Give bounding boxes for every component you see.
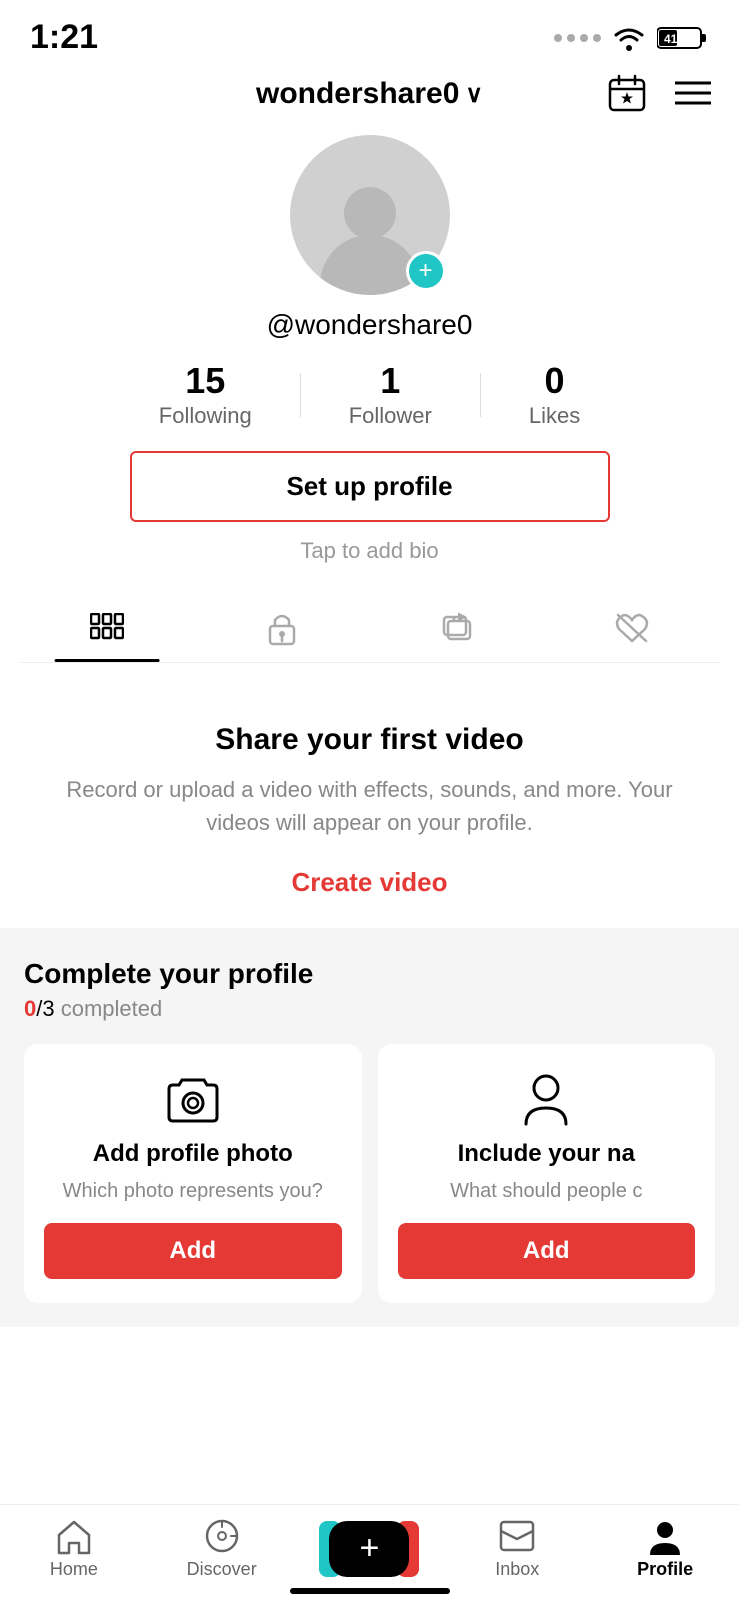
hamburger-menu-icon (675, 79, 711, 107)
create-plus-icon: + (360, 1529, 380, 1568)
grid-icon (90, 613, 124, 643)
nav-home[interactable]: Home (24, 1517, 124, 1580)
likes-count: 0 (545, 361, 565, 401)
wifi-icon (611, 24, 647, 52)
progress-numerator: 0 (24, 996, 36, 1021)
nav-inbox-label: Inbox (495, 1559, 539, 1580)
header-actions (603, 69, 715, 120)
plus-icon: + (418, 259, 432, 283)
likes-stat[interactable]: 0 Likes (481, 361, 628, 429)
signal-icon (554, 34, 601, 42)
profile-nav-icon (646, 1517, 684, 1555)
card-desc-name: What should people c (450, 1180, 642, 1203)
camera-icon-svg (165, 1075, 221, 1125)
empty-state: Share your first video Record or upload … (0, 663, 739, 928)
status-bar: 1:21 41 (0, 0, 739, 67)
setup-profile-button[interactable]: Set up profile (130, 451, 610, 522)
complete-profile-section: Complete your profile 0/3 completed Add … (0, 928, 739, 1327)
add-photo-button[interactable]: Add (44, 1223, 342, 1279)
discover-icon (203, 1517, 241, 1555)
create-video-link[interactable]: Create video (30, 867, 709, 898)
nav-discover-label: Discover (187, 1559, 257, 1580)
home-icon (55, 1517, 93, 1555)
profile-handle: @wondershare0 (267, 309, 473, 341)
nav-create[interactable]: + (319, 1521, 419, 1577)
profile-header: wondershare0 ∨ (0, 67, 739, 125)
follower-count: 1 (380, 361, 400, 401)
nav-profile[interactable]: Profile (615, 1517, 715, 1580)
lock-icon (267, 610, 297, 646)
tab-reposts[interactable] (370, 592, 545, 662)
follower-label: Follower (349, 403, 432, 429)
username-chevron-icon: ∨ (465, 80, 483, 109)
share-title: Share your first video (30, 723, 709, 757)
stats-row: 15 Following 1 Follower 0 Likes (20, 361, 719, 429)
card-title-name: Include your na (458, 1140, 635, 1168)
progress-label-text: completed (61, 996, 163, 1021)
include-name-card: Include your na What should people c Add (378, 1044, 716, 1303)
share-description: Record or upload a video with effects, s… (30, 773, 709, 839)
create-button[interactable]: + (329, 1521, 409, 1577)
nav-home-label: Home (50, 1559, 98, 1580)
svg-text:41: 41 (664, 32, 678, 46)
avatar-wrapper: + (290, 135, 450, 295)
tab-private[interactable] (195, 592, 370, 662)
status-time: 1:21 (30, 18, 98, 57)
progress-denominator: /3 (36, 996, 54, 1021)
username-text: wondershare0 (256, 77, 459, 111)
tab-videos[interactable] (20, 592, 195, 662)
header-username[interactable]: wondershare0 ∨ (256, 77, 483, 111)
add-name-button[interactable]: Add (398, 1223, 696, 1279)
complete-profile-title: Complete your profile (24, 958, 715, 990)
nav-profile-label: Profile (637, 1559, 693, 1580)
battery-icon: 41 (657, 24, 709, 52)
following-stat[interactable]: 15 Following (111, 361, 300, 429)
profile-cards-row: Add profile photo Which photo represents… (24, 1044, 715, 1303)
heart-slash-icon (614, 611, 650, 645)
following-count: 15 (185, 361, 225, 401)
card-desc-photo: Which photo represents you? (63, 1180, 323, 1203)
likes-label: Likes (529, 403, 580, 429)
menu-button[interactable] (671, 75, 715, 114)
bio-placeholder[interactable]: Tap to add bio (300, 538, 438, 564)
nav-discover[interactable]: Discover (172, 1517, 272, 1580)
nav-inbox[interactable]: Inbox (467, 1517, 567, 1580)
add-avatar-button[interactable]: + (406, 251, 446, 291)
home-indicator (290, 1588, 450, 1594)
avatar-head (344, 187, 396, 239)
person-icon-svg (522, 1072, 570, 1128)
status-icons: 41 (554, 24, 709, 52)
following-label: Following (159, 403, 252, 429)
follower-stat[interactable]: 1 Follower (301, 361, 480, 429)
add-photo-card: Add profile photo Which photo represents… (24, 1044, 362, 1303)
tab-liked[interactable] (544, 592, 719, 662)
avatar-body (320, 235, 420, 295)
bottom-navigation: Home Discover + Inbox Profile (0, 1504, 739, 1600)
calendar-icon-button[interactable] (603, 69, 651, 120)
person-icon (518, 1072, 574, 1128)
profile-tabs (20, 592, 719, 663)
inbox-icon (498, 1517, 536, 1555)
camera-icon (165, 1072, 221, 1128)
profile-section: + @wondershare0 15 Following 1 Follower … (0, 125, 739, 663)
card-title-photo: Add profile photo (93, 1140, 293, 1168)
complete-progress: 0/3 completed (24, 996, 715, 1022)
calendar-star-icon (607, 73, 647, 113)
repost-icon (440, 611, 474, 645)
